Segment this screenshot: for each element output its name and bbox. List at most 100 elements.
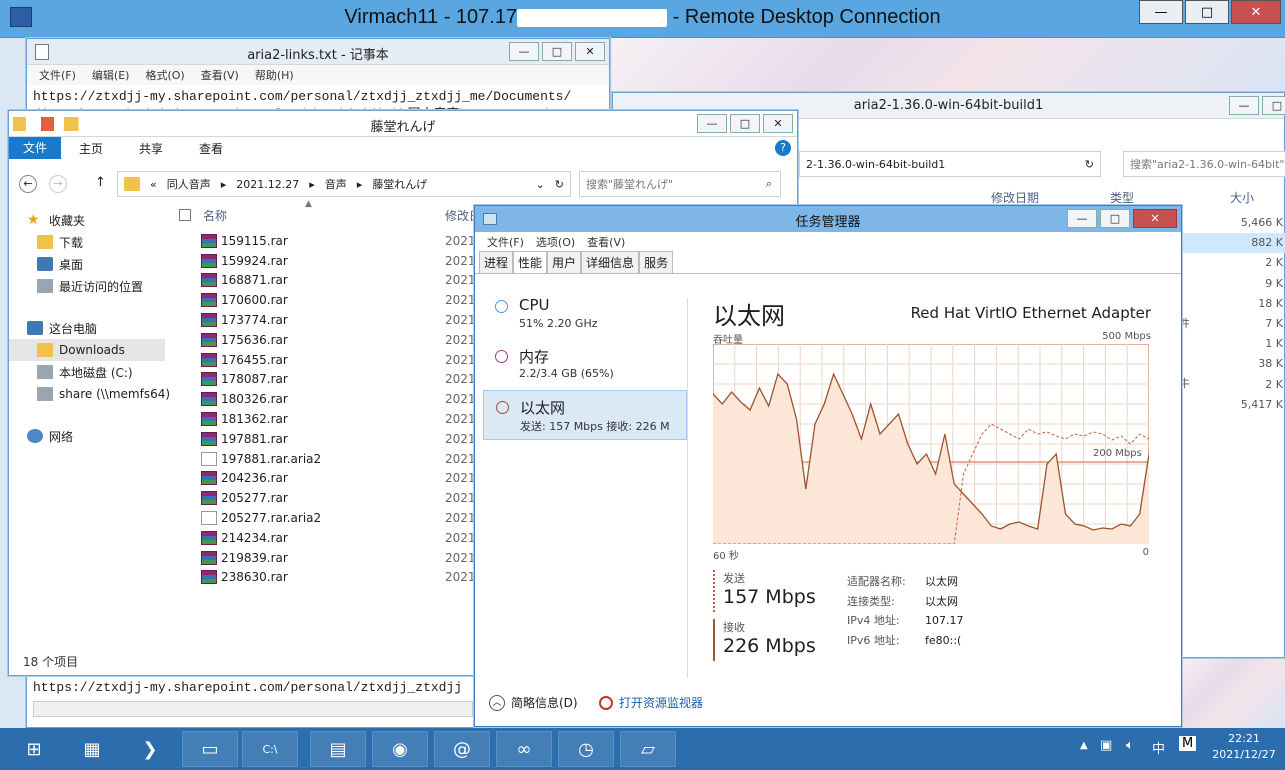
select-all-checkbox[interactable] [179, 209, 191, 221]
notepad-menu-edit[interactable]: 编辑(E) [92, 67, 130, 83]
volume-tray-icon[interactable]: 🔈︎ [1126, 738, 1134, 753]
explorer-search-input[interactable]: 搜索"藤堂れんげ" ⌕ [579, 171, 781, 197]
file-row[interactable]: 178087.rar 2021 [167, 370, 487, 390]
search-icon[interactable]: ⌕ [766, 177, 772, 191]
nav-share[interactable]: share (\\memfs64) [9, 383, 170, 405]
tm-minimize-button[interactable]: — [1067, 209, 1097, 228]
aria2-refresh-icon[interactable]: ↻ [1085, 158, 1094, 171]
notepad-menu-file[interactable]: 文件(F) [39, 67, 76, 83]
tab-home[interactable]: 主页 [61, 140, 121, 157]
file-row[interactable]: 176455.rar 2021 [167, 350, 487, 370]
nav-local-disk[interactable]: 本地磁盘 (C:) [9, 361, 167, 383]
show-hidden-icons[interactable]: ▲ [1080, 740, 1088, 751]
notepad-minimize-button[interactable]: — [509, 42, 539, 61]
notepad-taskbar-icon[interactable]: ▱ [620, 731, 676, 767]
file-row[interactable]: 181362.rar 2021 [167, 409, 487, 429]
breadcrumb-0[interactable]: « [150, 178, 157, 191]
fewer-details-button[interactable]: ︿ 简略信息(D) [489, 694, 578, 711]
back-button[interactable]: ← [19, 175, 37, 193]
file-row[interactable]: 180326.rar 2021 [167, 389, 487, 409]
nav-downloads-pc[interactable]: Downloads [9, 339, 165, 361]
aria2-col-date[interactable]: 修改日期 [991, 189, 1039, 206]
server-manager-icon[interactable]: ▦ [64, 731, 120, 767]
aria2-col-size[interactable]: 大小 [1230, 189, 1254, 206]
nav-desktop[interactable]: 桌面 [9, 253, 167, 275]
file-row[interactable]: 168871.rar 2021 [167, 271, 487, 291]
resource-cpu[interactable]: CPU 51% 2.20 GHz [483, 290, 687, 340]
ime-mode-indicator[interactable]: M [1179, 736, 1197, 751]
notepad-text-bottom[interactable]: https://ztxdjj-my.sharepoint.com/persona… [33, 680, 473, 695]
tab-performance[interactable]: 性能 [513, 251, 548, 273]
task-manager-taskbar-icon[interactable]: ▤ [310, 731, 366, 767]
tab-processes[interactable]: 进程 [479, 251, 514, 273]
file-row[interactable]: 205277.rar.aria2 2021 [167, 508, 487, 528]
nav-this-pc[interactable]: 这台电脑 [9, 317, 167, 339]
aria2-address-bar[interactable]: 2-1.36.0-win-64bit-build1 ↻ [799, 151, 1101, 177]
resource-ethernet[interactable]: 以太网 发送: 157 Mbps 接收: 226 M [483, 390, 687, 440]
notepad-menu-format[interactable]: 格式(O) [145, 67, 184, 83]
nav-network[interactable]: 网络 [9, 425, 167, 447]
aria2-col-type[interactable]: 类型 [1110, 189, 1134, 206]
clock-app-taskbar-icon[interactable]: ◷ [558, 731, 614, 767]
nav-recent[interactable]: 最近访问的位置 [9, 275, 167, 297]
cmd-taskbar-icon[interactable]: C:\ [242, 731, 298, 767]
up-button[interactable]: ↑ [95, 175, 106, 190]
clock[interactable]: 22:21 2021/12/27 [1206, 731, 1282, 763]
nav-downloads[interactable]: 下载 [9, 231, 167, 253]
forward-button[interactable]: → [49, 175, 67, 193]
tab-file[interactable]: 文件 [9, 137, 62, 159]
file-explorer-taskbar-icon[interactable]: ▭ [182, 731, 238, 767]
file-row[interactable]: 204236.rar 2021 [167, 469, 487, 489]
address-dropdown-icon[interactable]: ⌄ [536, 178, 545, 191]
explorer-maximize-button[interactable]: □ [730, 114, 760, 133]
nav-favorites[interactable]: ★ 收藏夹 [9, 209, 167, 231]
breadcrumb-4[interactable]: 藤堂れんげ [372, 176, 427, 192]
aria2-minimize-button[interactable]: — [1229, 96, 1259, 115]
file-row[interactable]: 159115.rar 2021 [167, 231, 487, 251]
aria2-maximize-button[interactable]: □ [1262, 96, 1285, 115]
aria2-search-input[interactable]: 搜索"aria2-1.36.0-win-64bit" [1123, 151, 1285, 177]
explorer-close-button[interactable]: ✕ [763, 114, 793, 133]
explorer-address-bar[interactable]: « 同人音声 ▸ 2021.12.27 ▸ 音声 ▸ 藤堂れんげ ⌄ ↻ [117, 171, 571, 197]
rdp-close-button[interactable]: ✕ [1231, 0, 1281, 24]
open-resource-monitor-link[interactable]: 打开资源监视器 [599, 694, 703, 711]
help-icon[interactable]: ? [775, 140, 791, 156]
file-row[interactable]: 173774.rar 2021 [167, 310, 487, 330]
file-row[interactable]: 219839.rar 2021 [167, 548, 487, 568]
tm-menu-view[interactable]: 查看(V) [587, 234, 625, 250]
rdp-minimize-button[interactable]: — [1139, 0, 1183, 24]
file-row[interactable]: 159924.rar 2021 [167, 251, 487, 271]
file-row[interactable]: 205277.rar 2021 [167, 488, 487, 508]
rdp-maximize-button[interactable]: □ [1185, 0, 1229, 24]
tab-users[interactable]: 用户 [547, 251, 582, 273]
ime-indicator[interactable]: 中 [1152, 738, 1165, 757]
col-name-header[interactable]: 名称 [203, 207, 227, 224]
resource-memory[interactable]: 内存 2.2/3.4 GB (65%) [483, 340, 687, 390]
app-at-taskbar-icon[interactable]: @ [434, 731, 490, 767]
tm-maximize-button[interactable]: □ [1100, 209, 1130, 228]
tm-menu-file[interactable]: 文件(F) [487, 234, 524, 250]
file-row[interactable]: 197881.rar 2021 [167, 429, 487, 449]
tab-share[interactable]: 共享 [121, 140, 181, 157]
notepad-maximize-button[interactable]: □ [542, 42, 572, 61]
breadcrumb-3[interactable]: 音声 [325, 176, 347, 192]
start-button[interactable]: ⊞ [6, 731, 62, 767]
breadcrumb-1[interactable]: 同人音声 [167, 176, 211, 192]
breadcrumb-2[interactable]: 2021.12.27 [236, 178, 299, 191]
file-row[interactable]: 214234.rar 2021 [167, 528, 487, 548]
notepad-menu-view[interactable]: 查看(V) [201, 67, 239, 83]
file-row[interactable]: 170600.rar 2021 [167, 290, 487, 310]
tm-close-button[interactable]: ✕ [1133, 209, 1177, 228]
notepad-menu-help[interactable]: 帮助(H) [255, 67, 294, 83]
explorer-minimize-button[interactable]: — [697, 114, 727, 133]
notepad-hscrollbar[interactable] [33, 701, 473, 717]
notepad-close-button[interactable]: ✕ [575, 42, 605, 61]
powershell-icon[interactable]: ❯ [122, 731, 178, 767]
network-tray-icon[interactable]: ▣ [1100, 738, 1112, 753]
tm-menu-options[interactable]: 选项(O) [536, 234, 575, 250]
tab-view[interactable]: 查看 [181, 140, 241, 157]
refresh-icon[interactable]: ↻ [555, 178, 564, 191]
task-manager-window[interactable]: 任务管理器 — □ ✕ 文件(F) 选项(O) 查看(V) 进程 性能 用户 详… [474, 205, 1182, 727]
tab-services[interactable]: 服务 [639, 251, 674, 273]
tab-details[interactable]: 详细信息 [581, 251, 640, 273]
